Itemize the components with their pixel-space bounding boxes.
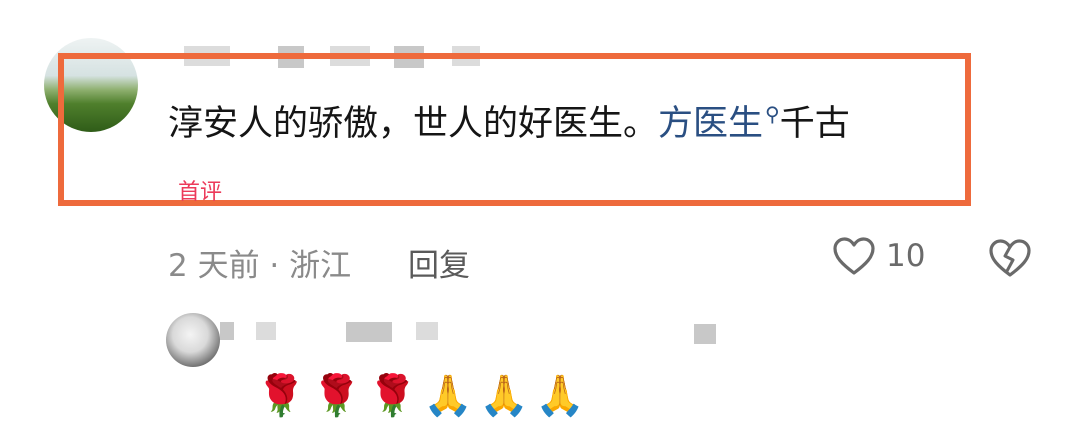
reply-button[interactable]: 回复 — [408, 240, 470, 285]
comment-main-text: 淳安人的骄傲，世人的好医生。 — [168, 104, 659, 144]
comment-time-location: 2 天前 · 浙江 — [168, 248, 352, 284]
like-button[interactable]: 10 — [832, 236, 925, 276]
reply-avatar[interactable] — [166, 313, 220, 367]
like-count: 10 — [886, 238, 926, 274]
reply-emoji-text: 🌹🌹🌹🙏🙏🙏 — [256, 373, 591, 419]
heart-outline-icon — [833, 237, 875, 275]
comment-tail-text: 千古 — [779, 104, 850, 144]
search-icon[interactable]: ⚲ — [765, 102, 780, 126]
first-comment-badge: 首评 — [178, 180, 223, 202]
comment-text: 淳安人的骄傲，世人的好医生。方医生 ⚲千古 — [168, 100, 850, 152]
broken-heart-icon — [989, 239, 1031, 277]
mention-link[interactable]: 方医生 — [658, 104, 763, 144]
dislike-button[interactable] — [988, 238, 1032, 282]
